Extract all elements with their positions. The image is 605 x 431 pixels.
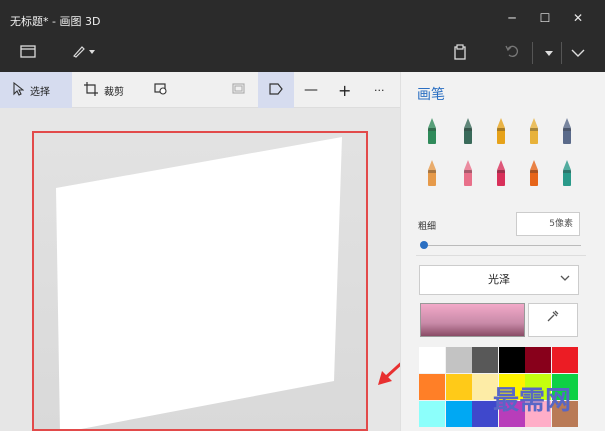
view-2d-tool[interactable] <box>258 72 294 108</box>
panel-divider <box>416 255 586 256</box>
canvas-area[interactable] <box>0 108 400 431</box>
color-swatch[interactable] <box>551 347 578 373</box>
menu-bar <box>0 36 605 72</box>
menu-folder-icon[interactable] <box>16 44 40 64</box>
history-dropdown-icon[interactable] <box>541 44 557 64</box>
pixel-pen-brush-icon[interactable] <box>554 116 580 146</box>
more-options-button[interactable]: ··· <box>374 72 390 108</box>
sticker-icon <box>232 82 246 99</box>
crop-label: 裁剪 <box>104 86 124 98</box>
paste-icon[interactable] <box>450 44 470 64</box>
select-label: 选择 <box>30 86 50 98</box>
close-button[interactable]: ✕ <box>566 8 590 28</box>
crayon-brush-icon[interactable] <box>488 158 514 188</box>
crop-icon <box>84 81 98 99</box>
brushes-panel: 画笔 粗细 5像素 光泽 <box>400 72 605 431</box>
crop-tool[interactable]: 裁剪 <box>84 72 144 108</box>
menu-separator <box>532 42 533 64</box>
color-swatch[interactable] <box>472 347 498 373</box>
calligraphy-pen-brush-icon[interactable] <box>455 116 481 146</box>
view-shape-icon <box>269 82 283 98</box>
color-swatch[interactable] <box>445 347 472 373</box>
maximize-button[interactable]: ☐ <box>533 8 557 28</box>
current-color-preview[interactable] <box>420 303 525 337</box>
finish-dropdown-value: 光泽 <box>488 273 510 286</box>
expand-chevron-icon[interactable] <box>568 44 588 64</box>
canvas-selection-frame[interactable] <box>32 131 368 431</box>
window-title: 无标题* - 画图 3D <box>10 15 101 28</box>
spray-can-brush-icon[interactable] <box>521 158 547 188</box>
chevron-down-icon <box>560 266 570 294</box>
menu-separator <box>561 42 562 64</box>
zoom-out-button[interactable]: — <box>304 72 320 108</box>
watercolor-brush-icon[interactable] <box>521 116 547 146</box>
marker-brush-icon[interactable] <box>419 116 445 146</box>
color-swatch[interactable] <box>419 374 445 400</box>
color-swatch[interactable] <box>525 347 551 373</box>
cursor-icon <box>12 81 25 99</box>
undo-icon[interactable] <box>502 44 522 64</box>
select-tool[interactable]: 选择 <box>0 72 72 108</box>
oil-brush-brush-icon[interactable] <box>488 116 514 146</box>
color-swatch[interactable] <box>445 401 472 427</box>
sticker-tool[interactable] <box>232 72 252 108</box>
eyedropper-icon <box>547 310 559 322</box>
thickness-label: 粗细 <box>418 222 437 232</box>
brushes-menu-icon[interactable] <box>68 44 100 64</box>
color-swatch[interactable] <box>419 347 445 373</box>
color-swatch[interactable] <box>445 374 472 400</box>
finish-dropdown[interactable]: 光泽 <box>419 265 579 295</box>
thickness-slider-track[interactable] <box>423 245 581 246</box>
pencil-brush-icon[interactable] <box>419 158 445 188</box>
panel-title: 画笔 <box>417 87 445 103</box>
eyedropper-button[interactable] <box>528 303 578 337</box>
thickness-input[interactable]: 5像素 <box>516 212 580 236</box>
color-swatch[interactable] <box>498 347 525 373</box>
tools-toolbar: 选择 裁剪 — + ··· <box>0 72 400 108</box>
white-quadrilateral-shape <box>56 137 342 429</box>
minimize-button[interactable]: ─ <box>500 8 524 28</box>
title-bar: 无标题* - 画图 3D ─ ☐ ✕ <box>0 0 605 36</box>
thickness-slider-handle[interactable] <box>420 241 428 249</box>
eraser-brush-icon[interactable] <box>455 158 481 188</box>
zoom-in-button[interactable]: + <box>338 72 354 108</box>
magic-select-icon <box>154 82 168 99</box>
magic-select-tool[interactable] <box>154 72 174 108</box>
watermark-text: 最需网 <box>493 386 572 416</box>
color-swatch[interactable] <box>419 401 445 427</box>
fill-brush-icon[interactable] <box>554 158 580 188</box>
